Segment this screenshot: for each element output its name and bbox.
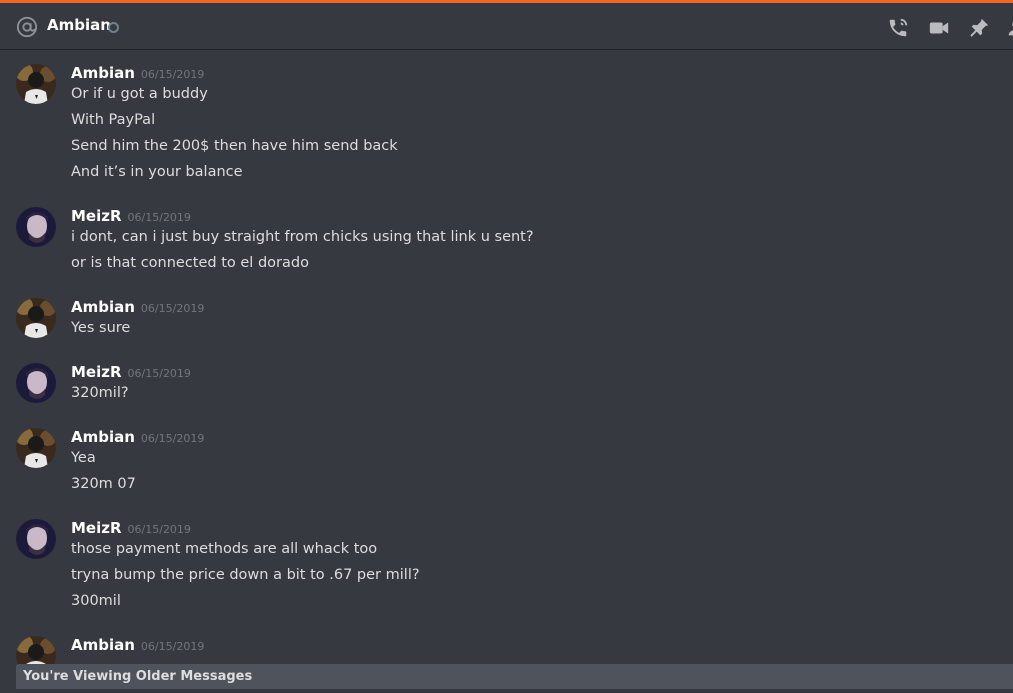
meizr-avatar-icon	[16, 519, 56, 559]
message-author[interactable]: MeizR 06/15/2019	[71, 363, 191, 381]
message-text: With PayPal	[71, 112, 156, 128]
message-author[interactable]: MeizR 06/15/2019	[71, 519, 191, 537]
ambian-avatar-icon	[16, 636, 56, 665]
avatar[interactable]	[16, 636, 56, 665]
message-timestamp: 06/15/2019	[140, 640, 205, 653]
message-text: Yea	[71, 450, 96, 466]
video-call-icon[interactable]	[928, 17, 950, 39]
message-timestamp: 06/15/2019	[140, 432, 205, 445]
meizr-avatar-icon	[16, 207, 56, 247]
message-list[interactable]: Ambian 06/15/2019 Or if u got a buddy Wit…	[0, 51, 1013, 665]
voice-call-icon[interactable]	[887, 17, 909, 39]
meizr-avatar-icon	[16, 363, 56, 403]
message-text: Send him the 200$ then have him send bac…	[71, 138, 398, 154]
message-text: those payment methods are all whack too	[71, 541, 378, 557]
message-timestamp: 06/15/2019	[140, 302, 205, 315]
message-text: Yes sure	[71, 320, 131, 336]
avatar[interactable]	[16, 64, 56, 104]
avatar[interactable]	[16, 519, 56, 559]
message-text: i dont, can i just buy straight from chi…	[71, 229, 534, 245]
message-timestamp: 06/15/2019	[140, 68, 205, 81]
message-author[interactable]: Ambian 06/15/2019	[71, 636, 204, 654]
ambian-avatar-icon	[16, 64, 56, 104]
avatar[interactable]	[16, 207, 56, 247]
message-timestamp: 06/15/2019	[127, 211, 191, 224]
channel-title: Ambian	[47, 16, 111, 34]
message-author[interactable]: Ambian 06/15/2019	[71, 64, 204, 82]
pin-icon[interactable]	[968, 17, 990, 39]
message-text: tryna bump the price down a bit to .67 p…	[71, 567, 420, 583]
ambian-avatar-icon	[16, 428, 56, 468]
channel-header: Ambian	[0, 3, 1013, 50]
message-text: 320mil?	[71, 385, 129, 401]
message-timestamp: 06/15/2019	[127, 367, 191, 380]
at-icon	[16, 16, 38, 38]
message-author[interactable]: MeizR 06/15/2019	[71, 207, 191, 225]
avatar[interactable]	[16, 428, 56, 468]
message-author[interactable]: Ambian 06/15/2019	[71, 298, 204, 316]
message-text: And it’s in your balance	[71, 164, 243, 180]
message-author[interactable]: Ambian 06/15/2019	[71, 428, 204, 446]
add-friend-icon[interactable]	[1005, 17, 1013, 39]
avatar[interactable]	[16, 298, 56, 338]
ambian-avatar-icon	[16, 298, 56, 338]
older-messages-bar[interactable]: You're Viewing Older Messages	[16, 664, 1013, 689]
message-text: 320m 07	[71, 476, 136, 492]
message-text: or is that connected to el dorado	[71, 255, 309, 271]
offline-status-icon	[108, 22, 119, 33]
message-timestamp: 06/15/2019	[127, 523, 191, 536]
avatar[interactable]	[16, 363, 56, 403]
message-text: 300mil	[71, 593, 121, 609]
message-text: Or if u got a buddy	[71, 86, 208, 102]
